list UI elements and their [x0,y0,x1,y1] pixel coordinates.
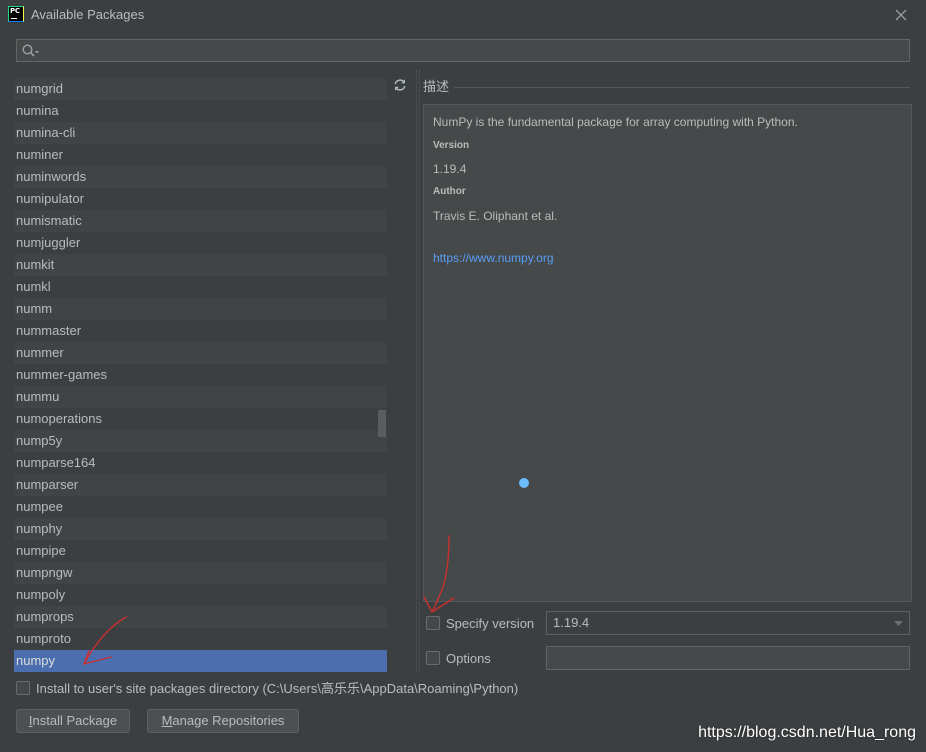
heading-divider [454,86,910,88]
options-label[interactable]: Options [446,651,491,666]
package-list-item[interactable]: numiner [14,144,387,166]
package-name: numina [16,103,59,118]
install-package-button[interactable]: Install Package [16,709,130,733]
close-icon [895,9,907,21]
search-input[interactable] [43,42,903,59]
refresh-button[interactable] [393,78,407,92]
package-list-item[interactable]: numpipe [14,540,387,562]
package-list[interactable]: numgrid numina numina-cli numiner numinwords… [14,70,387,672]
install-to-user-label[interactable]: Install to user's site packages director… [36,681,518,696]
package-list-item[interactable]: numgrid [14,78,387,100]
window-title: Available Packages [31,7,145,22]
package-name: nummu [16,389,60,404]
package-name: numjuggler [16,235,81,250]
options-input[interactable] [546,646,910,670]
package-list-item[interactable]: nummer [14,342,387,364]
package-list-item[interactable]: numkl [14,276,387,298]
package-list-item[interactable]: numina [14,100,387,122]
author-label: Author [433,186,466,197]
package-list-item[interactable]: numpee [14,496,387,518]
options-checkbox[interactable] [426,651,440,665]
list-scrollbar-thumb[interactable] [378,410,386,437]
manage-repositories-label: Manage Repositories [161,713,285,728]
description-heading: 描述 [423,79,910,95]
package-list-item[interactable]: numprops [14,606,387,628]
package-list-item[interactable]: numpngw [14,562,387,584]
install-to-user-checkbox[interactable] [16,681,30,695]
package-name: nummer-games [16,367,108,382]
package-list-item[interactable]: numismatic [14,210,387,232]
package-list-item[interactable]: numipulator [14,188,387,210]
package-list-item[interactable]: numpoly [14,584,387,606]
package-name: numparse164 [16,455,96,470]
chevron-down-icon [894,621,903,626]
cursor-highlight-dot [519,478,529,488]
package-name: numpipe [16,543,66,558]
package-list-item[interactable]: numparser [14,474,387,496]
package-list-item[interactable]: numparse164 [14,452,387,474]
description-heading-label: 描述 [423,79,450,94]
package-name: numoperations [16,411,102,426]
package-list-item[interactable]: numpy [14,650,387,672]
version-select[interactable]: 1.19.4 [546,611,910,635]
panel-splitter[interactable] [416,70,420,672]
package-name: numphy [16,521,63,536]
close-button[interactable] [894,8,908,22]
homepage-link[interactable]: https://www.numpy.org [433,251,554,265]
package-name: numpngw [16,565,73,580]
package-list-item[interactable]: numjuggler [14,232,387,254]
watermark: https://blog.csdn.net/Hua_rong [698,724,916,741]
package-list-rows: numgrid numina numina-cli numiner numinwords… [14,78,387,672]
version-label: Version [433,140,470,151]
manage-repositories-button[interactable]: Manage Repositories [147,709,299,733]
package-name: numkl [16,279,51,294]
app-icon-text: PC [10,7,20,15]
package-name: numpy [16,653,56,668]
package-list-item[interactable]: numphy [14,518,387,540]
package-name: numinwords [16,169,87,184]
package-name: nummaster [16,323,82,338]
package-name: numpoly [16,587,66,602]
app-icon-bar [11,18,17,19]
package-name: numprops [16,609,74,624]
package-version: 1.19.4 [433,162,467,176]
package-name: numparser [16,477,79,492]
search-icon[interactable] [21,43,41,59]
package-search-field[interactable] [16,39,910,62]
package-list-item[interactable]: nummu [14,386,387,408]
package-name: numproto [16,631,71,646]
specify-version-label[interactable]: Specify version [446,616,534,631]
package-list-item[interactable]: numina-cli [14,122,387,144]
package-author: Travis E. Oliphant et al. [433,209,558,223]
pycharm-logo-icon: PC [8,6,24,22]
package-name: numpee [16,499,63,514]
package-name: numina-cli [16,125,76,140]
package-name: nump5y [16,433,63,448]
package-list-item[interactable]: numm [14,298,387,320]
specify-version-checkbox[interactable] [426,616,440,630]
version-select-value: 1.19.4 [553,615,590,630]
package-list-item[interactable]: numinwords [14,166,387,188]
description-panel: NumPy is the fundamental package for arr… [423,104,912,602]
package-name: numiner [16,147,63,162]
package-list-item[interactable]: numoperations [14,408,387,430]
package-summary: NumPy is the fundamental package for arr… [433,115,798,129]
install-package-label: Install Package [28,713,118,728]
package-list-item[interactable]: nummaster [14,320,387,342]
refresh-icon [394,79,406,91]
package-name: numipulator [16,191,84,206]
package-list-item[interactable]: numkit [14,254,387,276]
package-name: numkit [16,257,55,272]
package-list-item[interactable]: nummer-games [14,364,387,386]
package-name: nummer [16,345,64,360]
package-list-item[interactable]: nump5y [14,430,387,452]
package-name: numm [16,301,53,316]
package-name: numismatic [16,213,82,228]
package-name: numgrid [16,81,63,96]
package-list-item[interactable]: numproto [14,628,387,650]
